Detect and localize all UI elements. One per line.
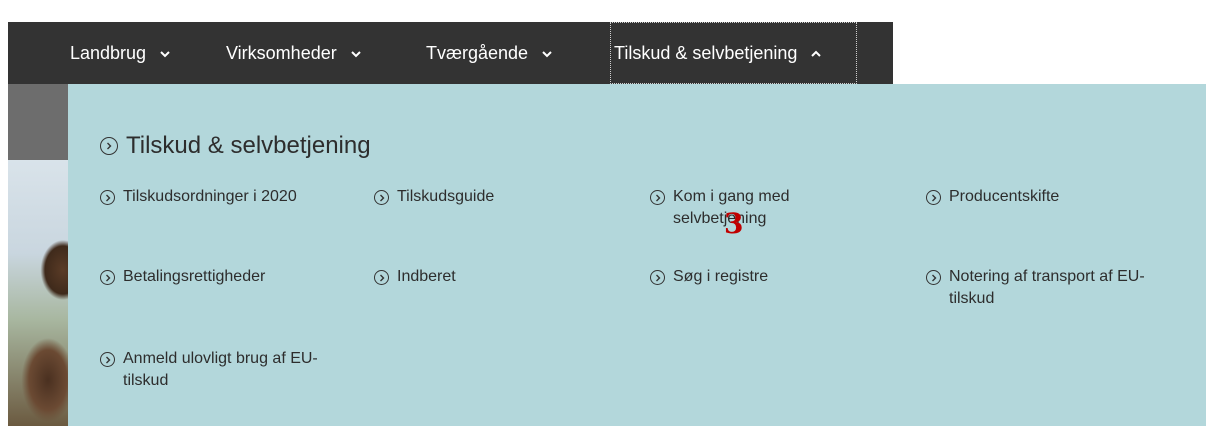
chevron-up-icon bbox=[811, 50, 822, 57]
circle-chevron-right-icon bbox=[650, 270, 665, 285]
link-betalingsrettigheder[interactable]: Betalingsrettigheder bbox=[100, 266, 323, 288]
nav-item-virksomheder[interactable]: Virksomheder bbox=[226, 22, 362, 84]
nav-item-landbrug[interactable]: Landbrug bbox=[70, 22, 171, 84]
circle-chevron-right-icon bbox=[374, 190, 389, 205]
circle-chevron-right-icon bbox=[650, 190, 665, 205]
nav-item-label: Landbrug bbox=[70, 43, 147, 63]
link-soeg-i-registre[interactable]: Søg i registre bbox=[650, 266, 873, 288]
circle-chevron-right-icon bbox=[100, 352, 115, 367]
circle-chevron-right-icon bbox=[100, 270, 115, 285]
link-label: Indberet bbox=[397, 268, 456, 285]
link-label: Notering af transport af EU-tilskud bbox=[949, 268, 1145, 307]
mega-menu-title[interactable]: Tilskud & selvbetjening bbox=[100, 132, 371, 160]
link-label: Tilskudsordninger i 2020 bbox=[123, 188, 297, 205]
link-tilskudsguide[interactable]: Tilskudsguide bbox=[374, 186, 597, 208]
chevron-down-icon bbox=[542, 51, 552, 58]
annotation-marker: 3 bbox=[724, 207, 744, 240]
hero-strip bbox=[8, 84, 68, 160]
nav-item-label: Tværgående bbox=[426, 43, 529, 63]
link-tilskudsordninger[interactable]: Tilskudsordninger i 2020 bbox=[100, 186, 323, 208]
circle-chevron-right-icon bbox=[374, 270, 389, 285]
circle-chevron-right-icon bbox=[926, 270, 941, 285]
chevron-down-icon bbox=[351, 51, 361, 58]
circle-chevron-right-icon bbox=[926, 190, 941, 205]
mega-menu-title-text: Tilskud & selvbetjening bbox=[126, 132, 371, 159]
link-anmeld-ulovligt-brug[interactable]: Anmeld ulovligt brug af EU-tilskud bbox=[100, 348, 323, 392]
link-notering-transport[interactable]: Notering af transport af EU-tilskud bbox=[926, 266, 1159, 310]
link-label: Producentskifte bbox=[949, 188, 1060, 205]
circle-chevron-right-icon bbox=[100, 137, 118, 155]
chevron-down-icon bbox=[160, 51, 170, 58]
main-navbar: Landbrug Virksomheder Tværgående Tilskud… bbox=[8, 22, 893, 84]
link-producentskifte[interactable]: Producentskifte bbox=[926, 186, 1149, 208]
nav-item-label: Virksomheder bbox=[226, 43, 337, 63]
link-label: Betalingsrettigheder bbox=[123, 268, 266, 285]
link-label: Tilskudsguide bbox=[397, 188, 495, 205]
hero-photo bbox=[8, 160, 68, 426]
link-label: Søg i registre bbox=[673, 268, 769, 285]
link-indberet[interactable]: Indberet bbox=[374, 266, 597, 288]
nav-item-label: Tilskud & selvbetjening bbox=[614, 43, 798, 63]
circle-chevron-right-icon bbox=[100, 190, 115, 205]
link-label: Anmeld ulovligt brug af EU-tilskud bbox=[123, 350, 318, 389]
nav-item-tvaergaaende[interactable]: Tværgående bbox=[426, 22, 553, 84]
nav-item-tilskud-selvbetjening[interactable]: Tilskud & selvbetjening bbox=[610, 22, 857, 84]
mega-menu-panel: Tilskud & selvbetjening Tilskudsordninge… bbox=[68, 84, 1206, 426]
